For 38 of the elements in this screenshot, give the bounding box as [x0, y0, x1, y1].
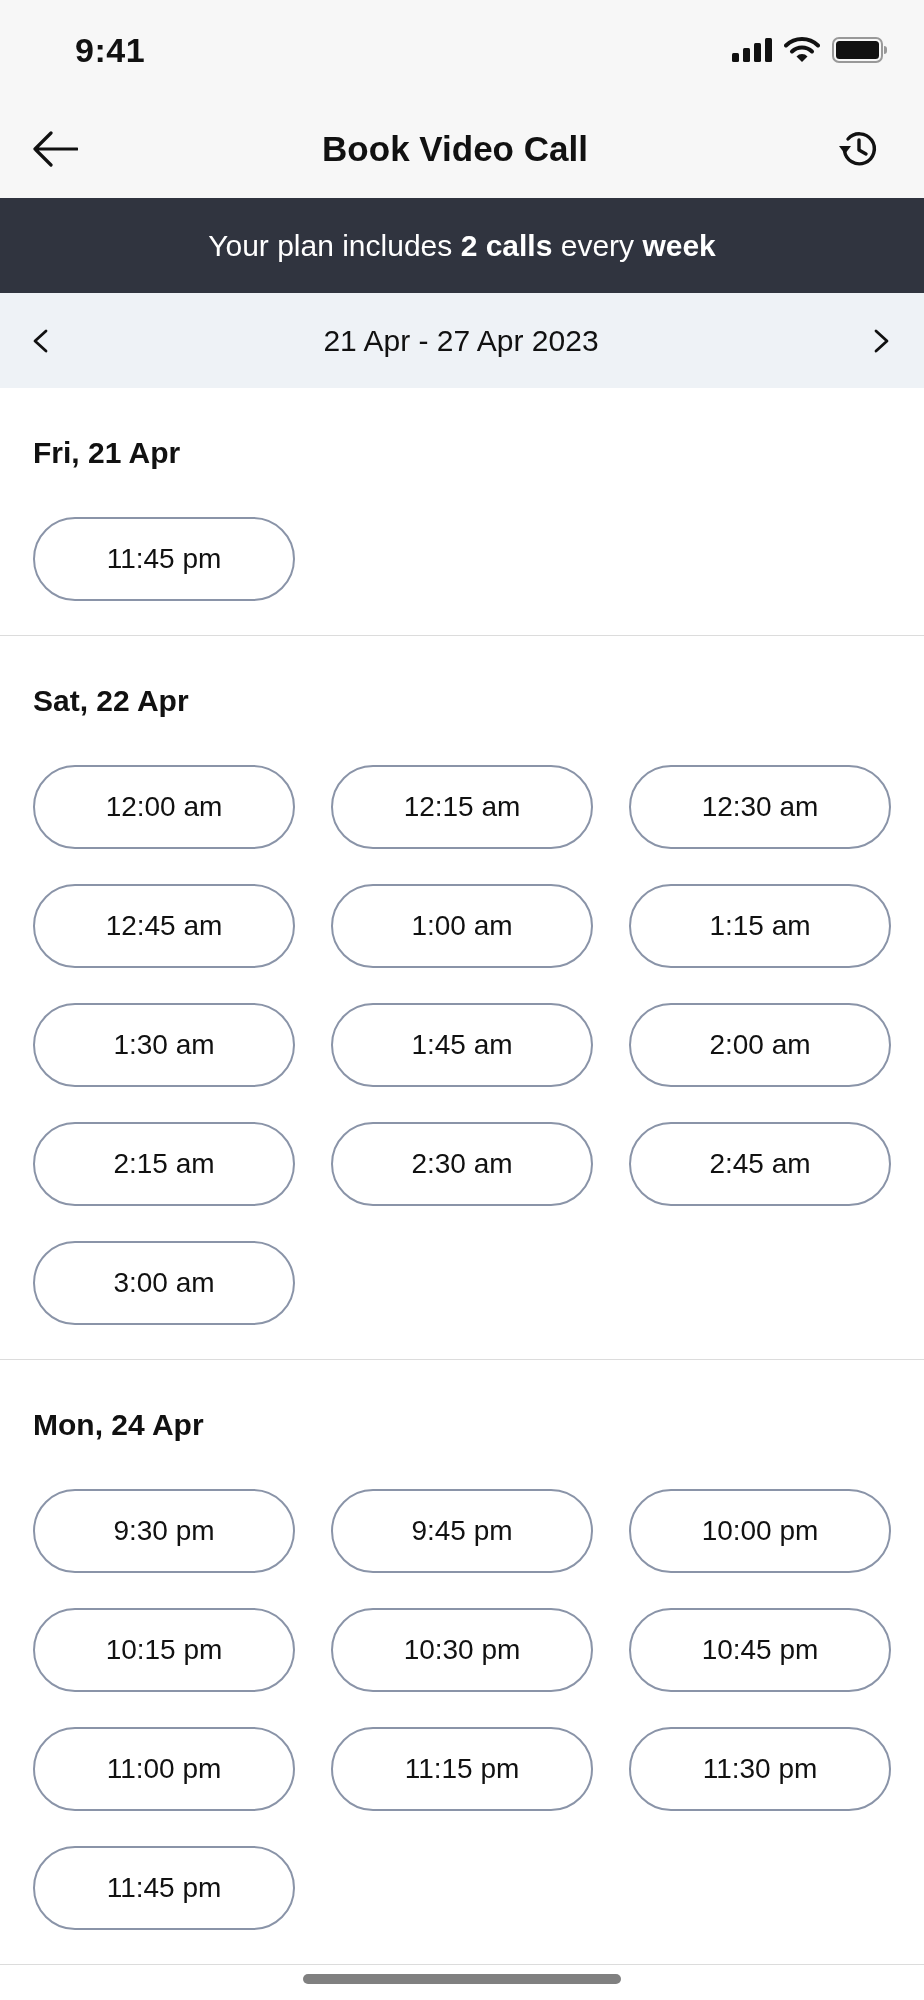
time-slot-button[interactable]: 11:45 pm — [33, 517, 295, 601]
day-heading: Sat, 22 Apr — [33, 683, 189, 719]
time-slot-button[interactable]: 2:45 am — [629, 1122, 891, 1206]
time-slot-button[interactable]: 12:00 am — [33, 765, 295, 849]
page-title: Book Video Call — [322, 129, 588, 169]
time-slot-button[interactable]: 12:30 am — [629, 765, 891, 849]
signal-icon — [732, 38, 772, 62]
chevron-right-icon[interactable] — [874, 328, 890, 353]
battery-icon — [832, 37, 888, 63]
time-slot-button[interactable]: 11:45 pm — [33, 1846, 295, 1930]
day-heading: Fri, 21 Apr — [33, 435, 181, 471]
time-slot-button[interactable]: 2:00 am — [629, 1003, 891, 1087]
week-range-label: 21 Apr - 27 Apr 2023 — [323, 323, 599, 358]
time-slot-button[interactable]: 2:30 am — [331, 1122, 593, 1206]
wifi-icon — [784, 37, 820, 63]
time-slot-button[interactable]: 9:45 pm — [331, 1489, 593, 1573]
status-time: 9:41 — [75, 30, 146, 70]
back-arrow-icon[interactable] — [32, 131, 78, 167]
time-slot-button[interactable]: 10:00 pm — [629, 1489, 891, 1573]
time-slot-button[interactable]: 1:45 am — [331, 1003, 593, 1087]
chevron-left-icon[interactable] — [32, 328, 48, 353]
time-slot-button[interactable]: 1:00 am — [331, 884, 593, 968]
time-slot-button[interactable]: 11:00 pm — [33, 1727, 295, 1811]
time-slot-button[interactable]: 10:15 pm — [33, 1608, 295, 1692]
time-slot-button[interactable]: 1:15 am — [629, 884, 891, 968]
time-slot-button[interactable]: 9:30 pm — [33, 1489, 295, 1573]
time-slot-button[interactable]: 12:15 am — [331, 765, 593, 849]
time-slot-button[interactable]: 2:15 am — [33, 1122, 295, 1206]
time-slot-button[interactable]: 10:45 pm — [629, 1608, 891, 1692]
history-icon[interactable] — [838, 129, 878, 169]
time-slot-button[interactable]: 10:30 pm — [331, 1608, 593, 1692]
time-slot-button[interactable]: 11:15 pm — [331, 1727, 593, 1811]
day-heading: Mon, 24 Apr — [33, 1407, 204, 1443]
time-slot-button[interactable]: 1:30 am — [33, 1003, 295, 1087]
time-slot-button[interactable]: 3:00 am — [33, 1241, 295, 1325]
time-slot-button[interactable]: 11:30 pm — [629, 1727, 891, 1811]
time-slot-button[interactable]: 12:45 am — [33, 884, 295, 968]
plan-info-text: Your plan includes 2 calls every week — [208, 228, 716, 263]
